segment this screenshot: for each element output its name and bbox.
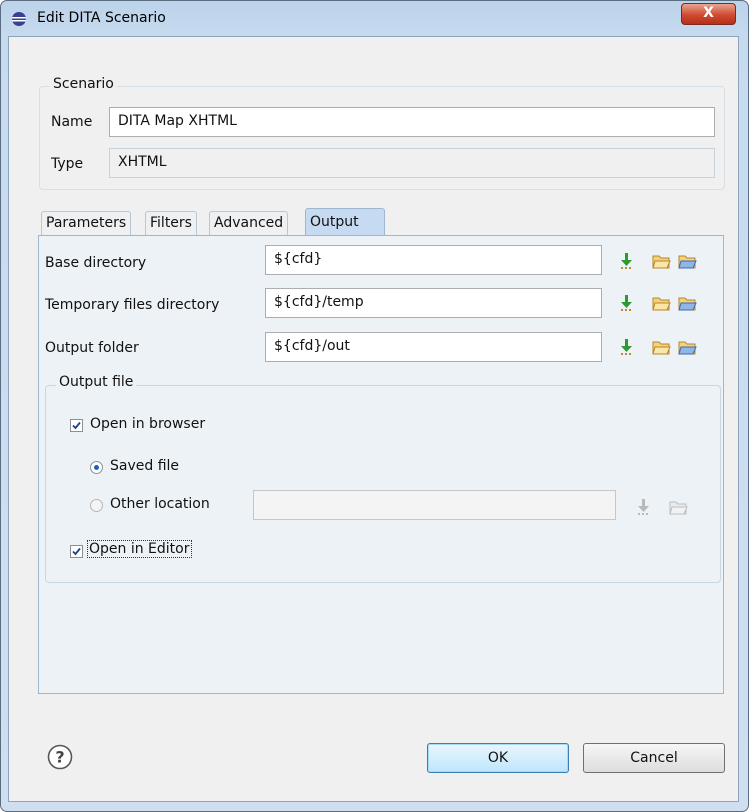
base-directory-field[interactable]: ${cfd} (265, 245, 602, 275)
browse-url-icon[interactable] (677, 294, 697, 312)
svg-text:?: ? (55, 748, 64, 767)
other-location-radio[interactable] (90, 499, 103, 512)
checkmark-icon (72, 421, 81, 430)
insert-editor-variables-icon[interactable] (617, 294, 637, 312)
saved-file-radio[interactable] (90, 461, 103, 474)
type-field: XHTML (109, 148, 715, 178)
open-in-browser-label[interactable]: Open in browser (90, 416, 205, 432)
insert-editor-variables-icon[interactable] (617, 252, 637, 270)
browse-url-icon[interactable] (677, 252, 697, 270)
open-in-editor-label[interactable]: Open in Editor (87, 540, 192, 558)
browse-local-folder-icon (669, 501, 688, 515)
output-folder-field[interactable]: ${cfd}/out (265, 332, 602, 362)
browse-local-folder-icon[interactable] (651, 294, 671, 312)
name-field[interactable]: DITA Map XHTML (109, 107, 715, 137)
open-in-browser-checkbox[interactable] (70, 419, 83, 432)
browse-local-folder-icon[interactable] (651, 252, 671, 270)
saved-file-label[interactable]: Saved file (110, 458, 179, 474)
output-folder-label: Output folder (45, 340, 139, 356)
title-bar[interactable]: Edit DITA Scenario X (1, 1, 748, 37)
insert-editor-variables-icon[interactable] (617, 338, 637, 356)
temporary-files-directory-field[interactable]: ${cfd}/temp (265, 288, 602, 318)
open-in-editor-checkbox[interactable] (70, 545, 83, 558)
browse-local-folder-icon[interactable] (651, 338, 671, 356)
cancel-button[interactable]: Cancel (583, 743, 725, 773)
tab-output[interactable]: Output (305, 208, 385, 237)
close-button[interactable]: X (681, 3, 736, 25)
scenario-legend: Scenario (50, 76, 117, 92)
tab-filters[interactable]: Filters (145, 211, 197, 235)
browse-url-icon[interactable] (677, 338, 697, 356)
base-directory-label: Base directory (45, 255, 147, 271)
tab-advanced[interactable]: Advanced (209, 211, 289, 235)
tab-parameters[interactable]: Parameters (41, 211, 132, 235)
help-icon[interactable]: ? (47, 744, 73, 770)
name-label: Name (51, 114, 93, 130)
other-location-field[interactable] (253, 490, 616, 520)
close-icon: X (703, 5, 714, 21)
temporary-files-directory-label: Temporary files directory (45, 297, 220, 313)
checkmark-icon (72, 547, 81, 556)
ok-button[interactable]: OK (427, 743, 569, 773)
insert-editor-variables-icon (638, 499, 649, 515)
output-file-legend: Output file (56, 374, 137, 390)
app-icon (12, 12, 26, 26)
type-label: Type (51, 156, 84, 172)
other-location-label[interactable]: Other location (110, 496, 210, 512)
window-title: Edit DITA Scenario (37, 10, 166, 26)
